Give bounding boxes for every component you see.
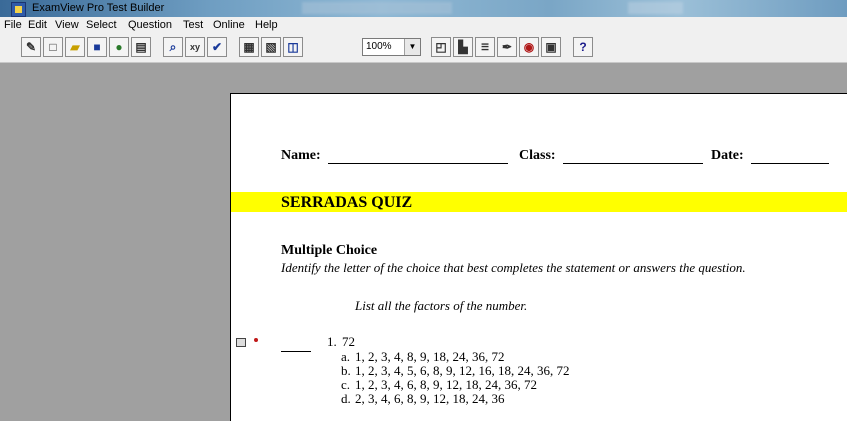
menu-view[interactable]: View	[55, 19, 79, 31]
check-spelling-icon[interactable]: ✔	[207, 37, 227, 57]
settings-icon[interactable]: ◉	[519, 37, 539, 57]
new-document-icon[interactable]: □	[43, 37, 63, 57]
section-title: Multiple Choice	[281, 243, 378, 258]
layout-icon[interactable]: ◰	[431, 37, 451, 57]
menu-select[interactable]: Select	[86, 19, 117, 31]
save-icon[interactable]: ■	[87, 37, 107, 57]
zoom-select[interactable]: 100% ▼	[362, 38, 421, 56]
menu-online[interactable]: Online	[213, 19, 245, 31]
instructions: Identify the letter of the choice that b…	[281, 260, 746, 275]
menu-file[interactable]: File	[4, 19, 22, 31]
question-calculator-icon[interactable]	[236, 338, 246, 347]
find-icon[interactable]: ⌕	[163, 37, 183, 57]
publish-icon[interactable]: ●	[109, 37, 129, 57]
name-label: Name:	[281, 148, 321, 163]
name-field[interactable]: Name:	[281, 148, 509, 164]
menu-test[interactable]: Test	[183, 19, 203, 31]
question-number: 1.	[327, 334, 337, 349]
window-title: ExamView Pro Test Builder	[32, 2, 165, 14]
choice-d-text: 2, 3, 4, 6, 8, 9, 12, 18, 24, 36	[355, 391, 505, 406]
chevron-down-icon[interactable]: ▼	[404, 39, 420, 55]
date-field[interactable]: Date:	[711, 148, 830, 164]
answer-blank[interactable]	[281, 336, 311, 352]
class-label: Class:	[519, 148, 556, 163]
class-field[interactable]: Class:	[519, 148, 704, 164]
review-icon[interactable]: ▣	[541, 37, 561, 57]
menu-help[interactable]: Help	[255, 19, 278, 31]
multiple-choice-icon[interactable]: ☰	[475, 37, 495, 57]
open-folder-icon[interactable]: ▰	[65, 37, 85, 57]
date-label: Date:	[711, 148, 744, 163]
page-setup-icon[interactable]: ▧	[261, 37, 281, 57]
question-intro: List all the factors of the number.	[355, 298, 528, 313]
name-blank[interactable]	[328, 150, 509, 164]
menu-bar: File Edit View Select Question Test Onli…	[0, 17, 847, 34]
toolbar: ✎ □ ▰ ■ ● ▤ ⌕ xy ✔ ▦ ▧ ◫ ◰ ▙ ☰ ✒ ◉ ▣ ?	[0, 34, 847, 63]
calculator-icon[interactable]: ▦	[239, 37, 259, 57]
app-icon	[11, 2, 26, 17]
answer-key-icon[interactable]: ✒	[497, 37, 517, 57]
title-bar: ExamView Pro Test Builder	[0, 0, 847, 17]
zoom-value: 100%	[366, 41, 392, 52]
choice-d-letter: d.	[341, 391, 351, 406]
document-page: Name: Class: Date: SERRADAS QUIZ Multipl…	[230, 93, 847, 421]
question-text: 72	[342, 334, 355, 349]
class-blank[interactable]	[563, 150, 704, 164]
menu-question[interactable]: Question	[128, 19, 172, 31]
blurred-title-region	[302, 2, 452, 14]
quiz-title: SERRADAS QUIZ	[281, 194, 413, 211]
spelling-icon[interactable]: xy	[185, 37, 205, 57]
date-blank[interactable]	[751, 150, 830, 164]
question-marker-icon	[254, 338, 258, 342]
edit-icon[interactable]: ▙	[453, 37, 473, 57]
help-icon[interactable]: ?	[573, 37, 593, 57]
menu-edit[interactable]: Edit	[28, 19, 47, 31]
blurred-title-region-2	[628, 2, 683, 14]
new-test-wizard-icon[interactable]: ✎	[21, 37, 41, 57]
print-icon[interactable]: ▤	[131, 37, 151, 57]
preview-icon[interactable]: ◫	[283, 37, 303, 57]
